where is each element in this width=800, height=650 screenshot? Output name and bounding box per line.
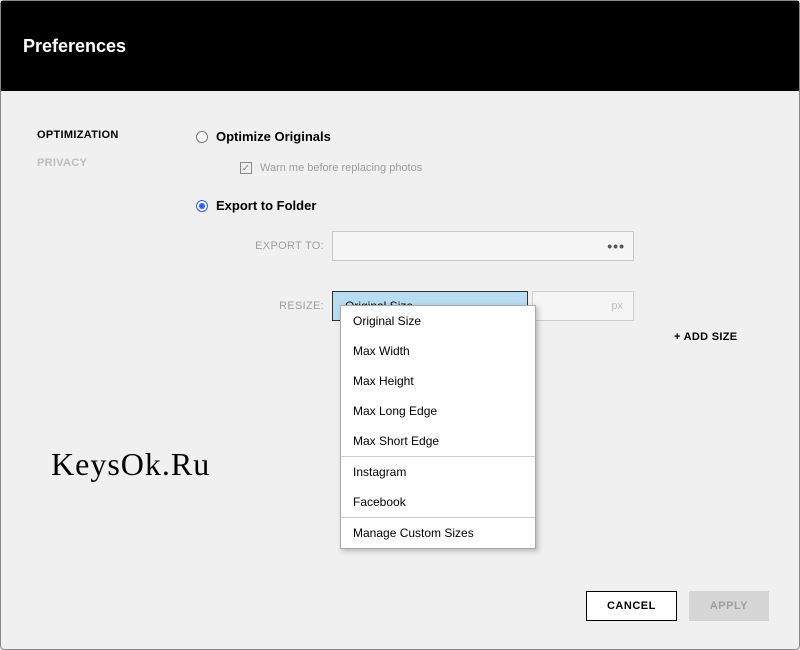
export-folder-row: Export to Folder: [196, 198, 769, 213]
sidebar-item-optimization[interactable]: OPTIMIZATION: [37, 129, 196, 141]
preferences-window: Preferences OPTIMIZATION PRIVACY Optimiz…: [0, 0, 800, 650]
window-title: Preferences: [23, 36, 126, 57]
apply-button[interactable]: APPLY: [689, 591, 769, 621]
warn-replace-checkbox[interactable]: ✓: [240, 162, 252, 174]
resize-px-input[interactable]: px: [532, 291, 634, 321]
sidebar: OPTIMIZATION PRIVACY: [1, 129, 196, 343]
watermark: KeysOk.Ru: [51, 446, 210, 483]
optimize-originals-row: Optimize Originals: [196, 129, 769, 144]
export-to-label: EXPORT TO:: [196, 240, 332, 252]
sidebar-item-privacy[interactable]: PRIVACY: [37, 157, 196, 169]
footer: CANCEL APPLY: [586, 591, 769, 621]
warn-replace-row: ✓ Warn me before replacing photos: [240, 162, 769, 174]
export-folder-radio[interactable]: [196, 200, 208, 212]
optimize-originals-radio[interactable]: [196, 131, 208, 143]
dropdown-item-max-short-edge[interactable]: Max Short Edge: [341, 426, 535, 456]
dropdown-group-sizes: Original Size Max Width Max Height Max L…: [341, 306, 535, 457]
optimize-originals-label: Optimize Originals: [216, 129, 331, 144]
export-to-input[interactable]: •••: [332, 231, 634, 261]
resize-label: RESIZE:: [196, 300, 332, 312]
export-to-row: EXPORT TO: •••: [196, 231, 769, 261]
add-size-button[interactable]: + ADD SIZE: [674, 331, 737, 343]
dropdown-group-custom: Manage Custom Sizes: [341, 518, 535, 548]
export-folder-label: Export to Folder: [216, 198, 316, 213]
browse-dots-icon[interactable]: •••: [607, 238, 625, 254]
dropdown-item-max-long-edge[interactable]: Max Long Edge: [341, 396, 535, 426]
px-unit: px: [611, 300, 623, 312]
dropdown-item-max-width[interactable]: Max Width: [341, 336, 535, 366]
dropdown-item-max-height[interactable]: Max Height: [341, 366, 535, 396]
header: Preferences: [1, 1, 799, 91]
dropdown-item-original-size[interactable]: Original Size: [341, 306, 535, 336]
dropdown-item-instagram[interactable]: Instagram: [341, 457, 535, 487]
dropdown-item-facebook[interactable]: Facebook: [341, 487, 535, 517]
resize-dropdown: Original Size Max Width Max Height Max L…: [340, 305, 536, 549]
warn-replace-label: Warn me before replacing photos: [260, 162, 422, 174]
dropdown-group-social: Instagram Facebook: [341, 457, 535, 518]
cancel-button[interactable]: CANCEL: [586, 591, 677, 621]
dropdown-item-manage-custom[interactable]: Manage Custom Sizes: [341, 518, 535, 548]
